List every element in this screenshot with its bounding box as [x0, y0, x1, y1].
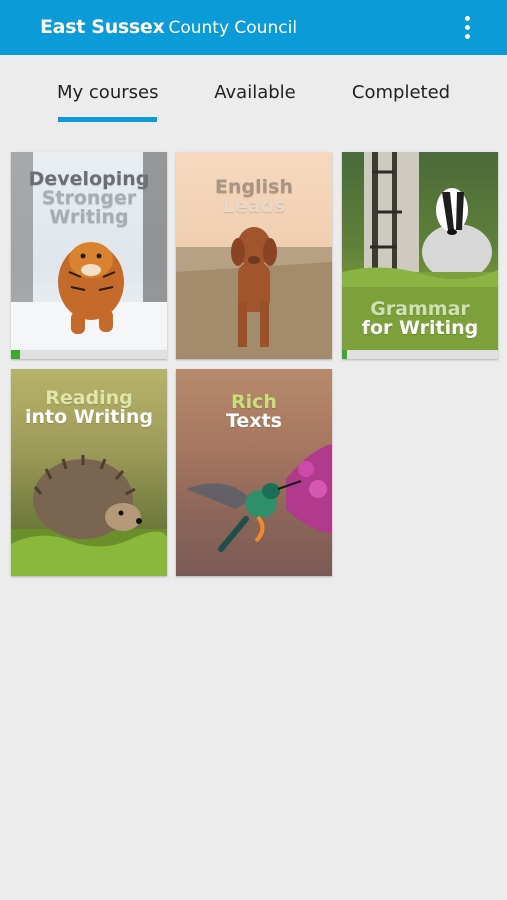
- brand-name-regular: County Council: [168, 18, 298, 38]
- course-card-english-leads[interactable]: English Leads: [176, 152, 332, 359]
- course-card-rich-texts[interactable]: Rich Texts: [176, 369, 332, 576]
- course-title: English Leads: [215, 176, 293, 217]
- course-card-reading-into-writing[interactable]: Reading into Writing: [11, 369, 167, 576]
- app-bar: East Sussex County Council: [0, 0, 507, 55]
- course-card-grammar-for-writing[interactable]: Grammar for Writing: [342, 152, 498, 359]
- course-title: Rich Texts: [226, 391, 282, 432]
- overflow-menu-icon[interactable]: [452, 12, 482, 42]
- course-title: Developing Stronger Writing: [28, 168, 150, 228]
- course-progress-bar: [342, 350, 498, 359]
- course-title: Grammar for Writing: [361, 298, 479, 339]
- brand-logo: East Sussex County Council: [40, 15, 297, 40]
- course-title: Reading into Writing: [24, 387, 154, 428]
- tab-available[interactable]: Available: [210, 82, 300, 103]
- tab-completed[interactable]: Completed: [350, 82, 452, 103]
- course-progress-bar: [11, 350, 167, 359]
- course-tabs: My courses Available Completed: [0, 55, 507, 125]
- brand-name-bold: East Sussex: [40, 16, 165, 38]
- tab-my-courses[interactable]: My courses: [57, 82, 158, 103]
- selected-tab-indicator: [58, 117, 157, 122]
- course-card-developing-stronger-writing[interactable]: Developing Stronger Writing: [11, 152, 167, 359]
